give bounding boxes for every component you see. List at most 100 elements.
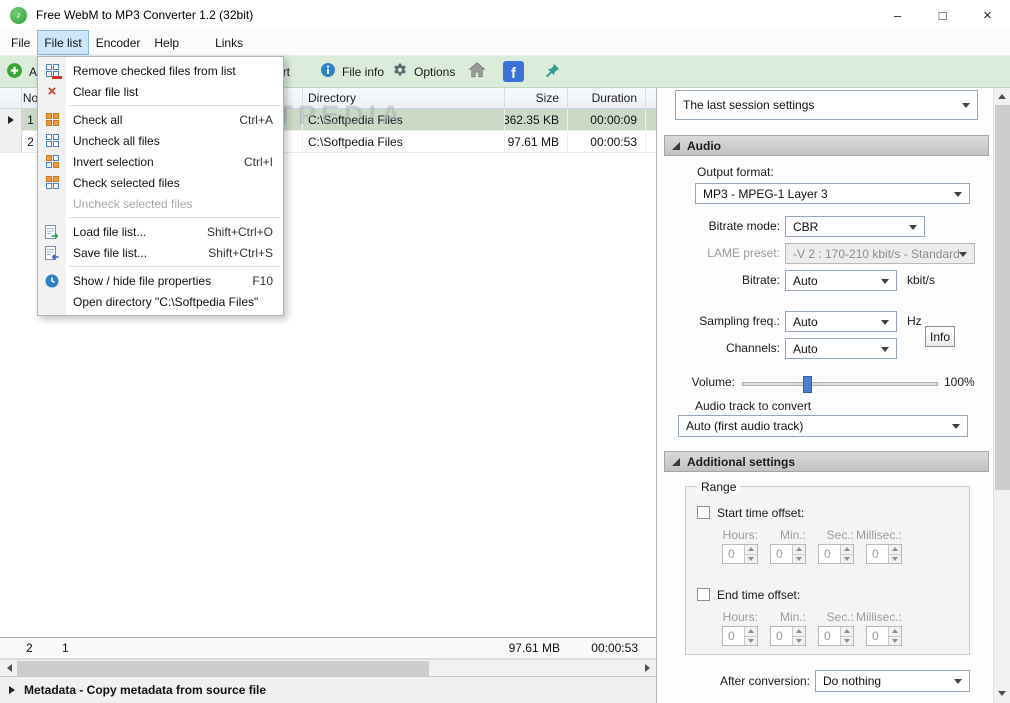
spin-up-button[interactable] xyxy=(889,545,901,555)
menubar-item-encoder[interactable]: Encoder xyxy=(89,30,148,55)
menu-item-save-list[interactable]: Save file list... Shift+Ctrl+S xyxy=(38,242,283,263)
spin-down-button[interactable] xyxy=(793,636,805,645)
spin-up-button[interactable] xyxy=(889,627,901,637)
audio-track-combo[interactable]: Auto (first audio track) xyxy=(678,415,968,437)
bitrate-unit-label: kbit/s xyxy=(907,273,936,287)
menubar-item-help[interactable]: Help xyxy=(147,30,186,55)
spin-up-button[interactable] xyxy=(841,545,853,555)
menubar-item-file[interactable]: File xyxy=(4,30,37,55)
menubar-item-links[interactable]: Links xyxy=(208,30,250,55)
output-format-combo[interactable]: MP3 - MPEG-1 Layer 3 xyxy=(695,183,970,204)
spin-down-button[interactable] xyxy=(889,554,901,563)
vertical-scroll-thumb[interactable] xyxy=(995,105,1010,490)
file-list-summary: 2 1 97.61 MB 00:00:53 xyxy=(0,637,656,659)
menu-item-check-selected[interactable]: Check selected files xyxy=(38,172,283,193)
check-all-icon xyxy=(38,113,66,126)
invert-selection-icon xyxy=(38,155,66,168)
sampling-freq-combo[interactable]: Auto xyxy=(785,311,897,332)
facebook-button[interactable]: f xyxy=(503,56,524,87)
menu-item-remove-checked[interactable]: Remove checked files from list xyxy=(38,60,283,81)
vertical-scrollbar[interactable] xyxy=(993,88,1010,703)
spin-down-button[interactable] xyxy=(793,554,805,563)
scroll-down-button[interactable] xyxy=(994,686,1010,702)
end-millisec-spinner: 0 xyxy=(866,626,902,646)
volume-label: Volume: xyxy=(691,375,735,389)
menu-item-uncheck-all[interactable]: Uncheck all files xyxy=(38,130,283,151)
chevron-down-icon xyxy=(881,346,889,356)
end-time-offset-checkbox[interactable] xyxy=(697,588,710,601)
file-properties-icon xyxy=(38,273,66,289)
column-duration[interactable]: Duration xyxy=(568,88,646,108)
sampling-freq-label: Sampling freq.: xyxy=(699,314,780,328)
minimize-button[interactable]: – xyxy=(875,0,920,30)
file-info-button[interactable]: File info xyxy=(320,56,384,87)
horizontal-scroll-thumb[interactable] xyxy=(17,661,429,676)
menu-item-open-directory[interactable]: Open directory "C:\Softpedia Files" xyxy=(38,291,283,312)
column-directory[interactable]: Directory xyxy=(303,88,505,108)
check-selected-icon xyxy=(38,176,66,189)
column-size[interactable]: Size xyxy=(505,88,568,108)
start-time-offset-checkbox[interactable] xyxy=(697,506,710,519)
bitrate-combo[interactable]: Auto xyxy=(785,270,897,291)
menu-separator xyxy=(69,105,280,106)
menu-separator xyxy=(69,266,280,267)
info-button[interactable]: Info xyxy=(925,326,955,347)
facebook-icon: f xyxy=(503,61,524,82)
horizontal-scrollbar[interactable] xyxy=(0,659,656,676)
start-millisec-spinner: 0 xyxy=(866,544,902,564)
maximize-button[interactable]: □ xyxy=(920,0,965,30)
audio-section-header[interactable]: Audio xyxy=(664,135,989,156)
row-duration: 00:00:09 xyxy=(568,109,646,130)
spin-up-button[interactable] xyxy=(745,545,757,555)
start-time-offset-label: Start time offset: xyxy=(717,506,805,520)
volume-slider-track[interactable] xyxy=(742,382,938,386)
collapse-icon xyxy=(672,141,680,150)
start-hours-spinner: 0 xyxy=(722,544,758,564)
after-conversion-combo[interactable]: Do nothing xyxy=(815,670,970,692)
menu-item-clear-list[interactable]: × Clear file list xyxy=(38,81,283,102)
metadata-bar[interactable]: Metadata - Copy metadata from source fil… xyxy=(0,676,656,703)
row-directory: C:\Softpedia Files xyxy=(303,131,505,152)
gear-icon xyxy=(392,62,408,81)
spin-up-button[interactable] xyxy=(793,627,805,637)
settings-panel: The last session settings Audio Output f… xyxy=(657,88,993,703)
summary-checked-files: 1 xyxy=(62,641,69,655)
spin-down-button[interactable] xyxy=(841,554,853,563)
menu-item-show-properties[interactable]: Show / hide file properties F10 xyxy=(38,270,283,291)
close-button[interactable]: × xyxy=(965,0,1010,30)
menu-item-check-all[interactable]: Check all Ctrl+A xyxy=(38,109,283,130)
remove-checked-files-icon xyxy=(38,64,66,79)
app-icon: ♪ xyxy=(10,6,27,24)
save-file-list-icon xyxy=(38,245,66,261)
home-button[interactable] xyxy=(468,56,486,87)
volume-value: 100% xyxy=(944,375,975,389)
end-min-spinner: 0 xyxy=(770,626,806,646)
home-icon xyxy=(468,61,486,82)
summary-duration: 00:00:53 xyxy=(591,641,638,655)
spin-down-button[interactable] xyxy=(841,636,853,645)
spin-down-button[interactable] xyxy=(889,636,901,645)
channels-combo[interactable]: Auto xyxy=(785,338,897,359)
spin-up-button[interactable] xyxy=(841,627,853,637)
spin-up-button[interactable] xyxy=(745,627,757,637)
bitrate-mode-combo[interactable]: CBR xyxy=(785,216,925,237)
additional-settings-header[interactable]: Additional settings xyxy=(664,451,989,472)
scroll-right-button[interactable] xyxy=(639,660,656,676)
menu-item-invert-selection[interactable]: Invert selection Ctrl+I xyxy=(38,151,283,172)
chevron-down-icon xyxy=(881,278,889,288)
column-row-marker xyxy=(0,88,22,108)
volume-slider-thumb[interactable] xyxy=(803,376,812,393)
menu-bar: File File list Encoder Help Links xyxy=(0,30,1010,56)
menubar-item-file-list[interactable]: File list xyxy=(37,30,89,55)
stay-on-top-button[interactable] xyxy=(544,56,561,87)
spin-up-button[interactable] xyxy=(793,545,805,555)
scroll-up-button[interactable] xyxy=(994,88,1010,104)
scroll-left-button[interactable] xyxy=(0,660,17,676)
session-preset-combo[interactable]: The last session settings xyxy=(675,90,978,120)
options-button[interactable]: Options xyxy=(392,56,455,87)
spin-down-button[interactable] xyxy=(745,554,757,563)
lame-preset-label: LAME preset: xyxy=(707,246,780,260)
spin-down-button[interactable] xyxy=(745,636,757,645)
menu-item-load-list[interactable]: Load file list... Shift+Ctrl+O xyxy=(38,221,283,242)
menu-separator xyxy=(69,217,280,218)
